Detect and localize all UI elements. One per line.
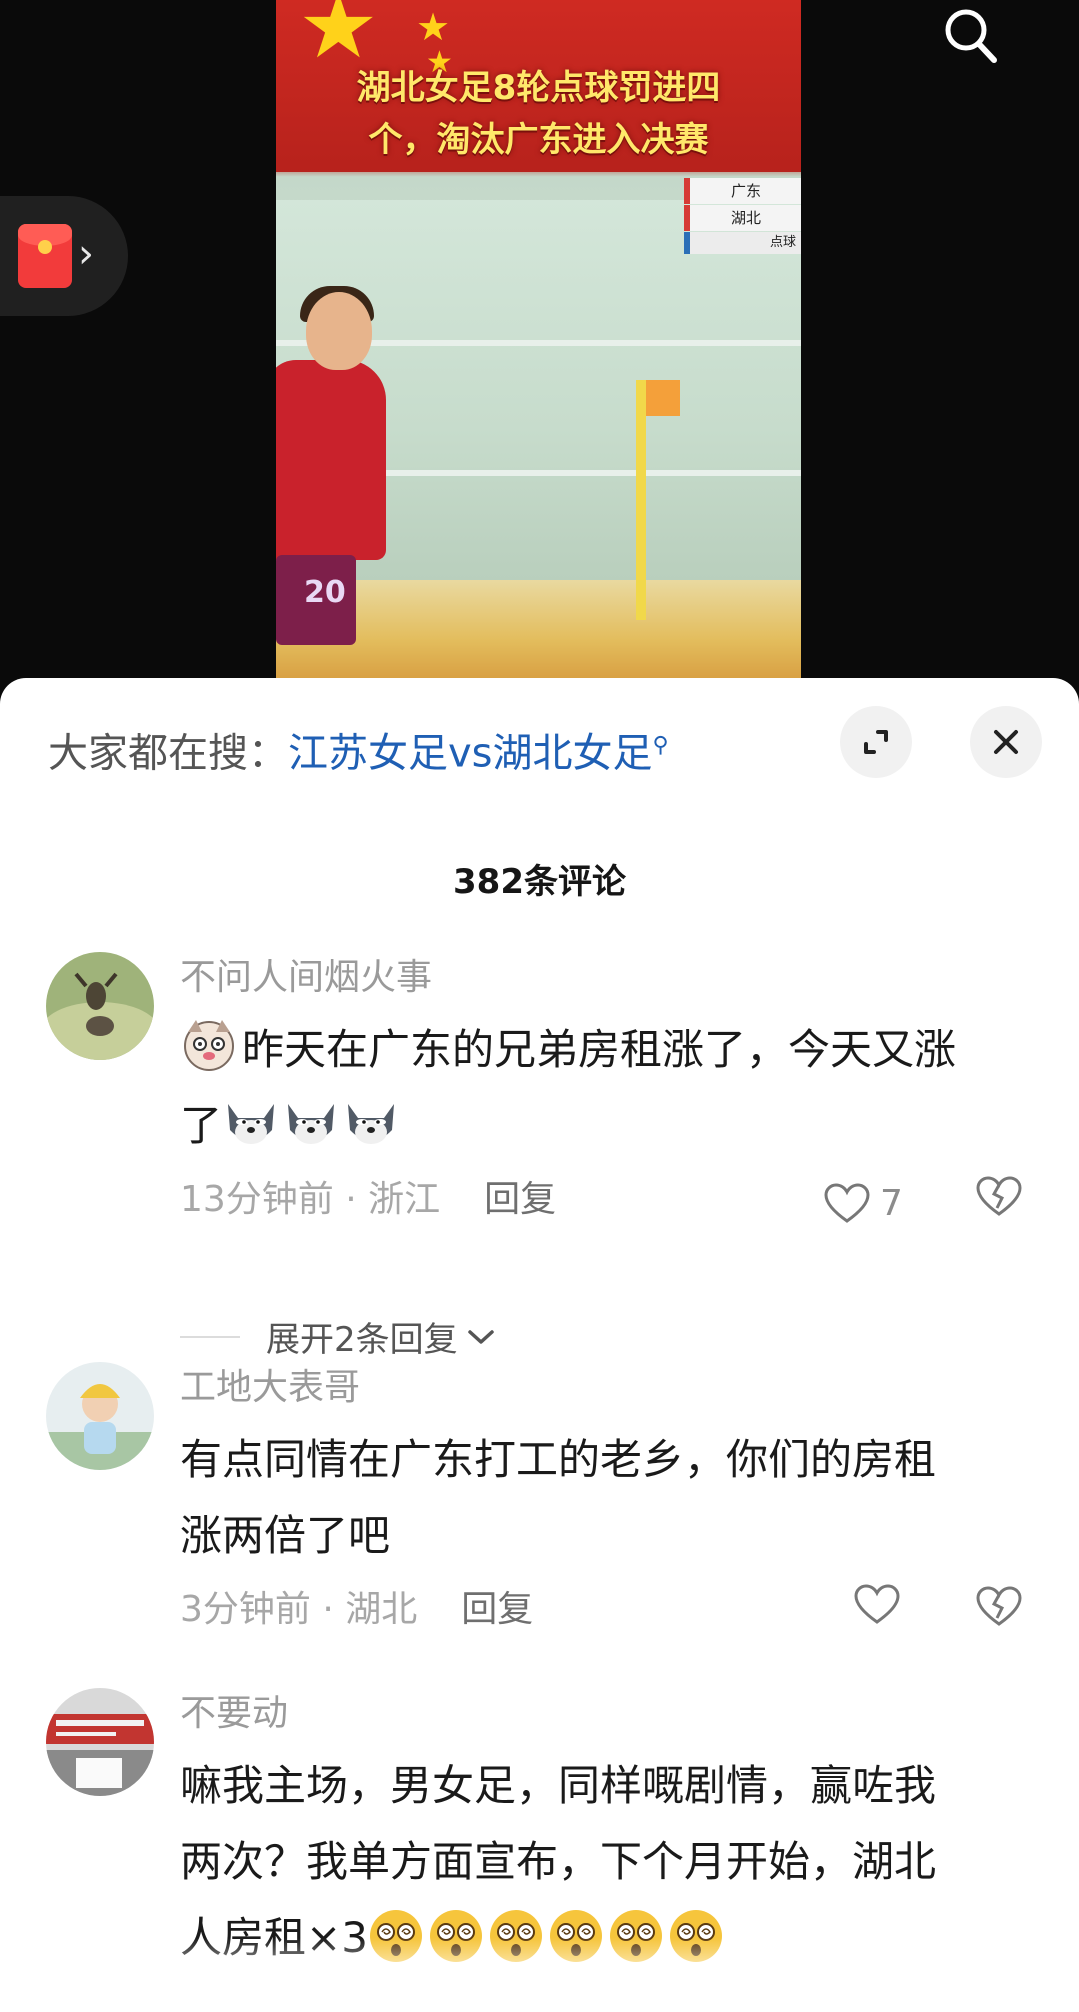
comment-meta: 3分钟前 · 湖北 回复: [180, 1580, 1040, 1640]
jersey-number: 20: [304, 575, 346, 610]
like-count: 7: [880, 1183, 903, 1224]
trending-search[interactable]: 大家都在搜：江苏女足vs湖北女足⚲: [48, 716, 669, 776]
comment-meta: 13分钟前 · 浙江 回复 7: [180, 1170, 1040, 1230]
video-frame[interactable]: ★ ★ ★ 湖北女足8轮点球罚进四 个，淘汰广东进入决赛 20 广东 湖北 点球: [276, 0, 801, 680]
comment-sheet: 大家都在搜：江苏女足vs湖北女足⚲ 382条评论 不问人间烟火事 昨天在广东的兄…: [0, 678, 1079, 2012]
like-button[interactable]: 7: [824, 1174, 903, 1234]
chevron-down-icon: [467, 1329, 494, 1344]
redpacket-entry[interactable]: ›: [0, 196, 128, 316]
search-icon: ⚲: [652, 733, 669, 758]
wolf-emoji-icon: [288, 1104, 335, 1144]
close-icon: [994, 730, 1018, 754]
avatar[interactable]: [46, 1362, 154, 1470]
comment-username[interactable]: 不问人间烟火事: [180, 952, 1040, 1004]
bottom-fade: [0, 1938, 1079, 2012]
broken-heart-icon: [976, 1176, 1022, 1216]
red-envelope-icon: [18, 224, 72, 288]
reply-button[interactable]: 回复: [484, 1179, 556, 1220]
expand-icon: [864, 730, 888, 754]
comment-username[interactable]: 工地大表哥: [180, 1362, 1040, 1414]
expand-replies-button[interactable]: 展开2条回复: [180, 1312, 496, 1361]
avatar[interactable]: [46, 952, 154, 1060]
heart-icon: [854, 1584, 900, 1624]
corner-flag: [636, 380, 680, 620]
comment-time-location: 13分钟前 · 浙江: [180, 1179, 441, 1220]
wolf-emoji-icon: [228, 1104, 275, 1144]
comment-time-location: 3分钟前 · 湖北: [180, 1589, 418, 1630]
close-button[interactable]: [970, 706, 1042, 778]
dislike-button[interactable]: [976, 1586, 1022, 1647]
like-button[interactable]: [854, 1584, 900, 1626]
chevron-right-icon: ›: [78, 231, 94, 277]
wolf-emoji-icon: [348, 1104, 395, 1144]
avatar[interactable]: [46, 1688, 154, 1796]
reply-button[interactable]: 回复: [461, 1589, 533, 1630]
video-player[interactable]: ★ ★ ★ 湖北女足8轮点球罚进四 个，淘汰广东进入决赛 20 广东 湖北 点球: [0, 0, 1079, 700]
search-icon[interactable]: [938, 0, 1004, 66]
scoreboard: 广东 湖北 点球: [684, 178, 801, 254]
heart-icon: [824, 1183, 870, 1223]
dislike-button[interactable]: [976, 1176, 1022, 1237]
comment-count: 382条评论: [453, 862, 626, 902]
trending-search-label: 大家都在搜：: [48, 730, 288, 777]
broken-heart-icon: [976, 1586, 1022, 1626]
comment-text: 有点同情在广东打工的老乡，你们的房租 涨两倍了吧: [180, 1435, 937, 1560]
expand-button[interactable]: [840, 706, 912, 778]
video-headline: 湖北女足8轮点球罚进四 个，淘汰广东进入决赛: [356, 68, 721, 160]
dog-emoji-icon: [184, 1020, 234, 1071]
player: [276, 360, 386, 560]
comment-text: 昨天在广东的兄弟房租涨了，今天又涨了: [180, 1012, 1040, 1164]
star-icon: ★: [416, 5, 451, 49]
divider: [180, 1335, 240, 1338]
trending-search-query[interactable]: 江苏女足vs湖北女足: [288, 730, 653, 776]
expand-replies-label: 展开2条回复: [266, 1320, 458, 1360]
comment-username[interactable]: 不要动: [180, 1688, 1040, 1740]
